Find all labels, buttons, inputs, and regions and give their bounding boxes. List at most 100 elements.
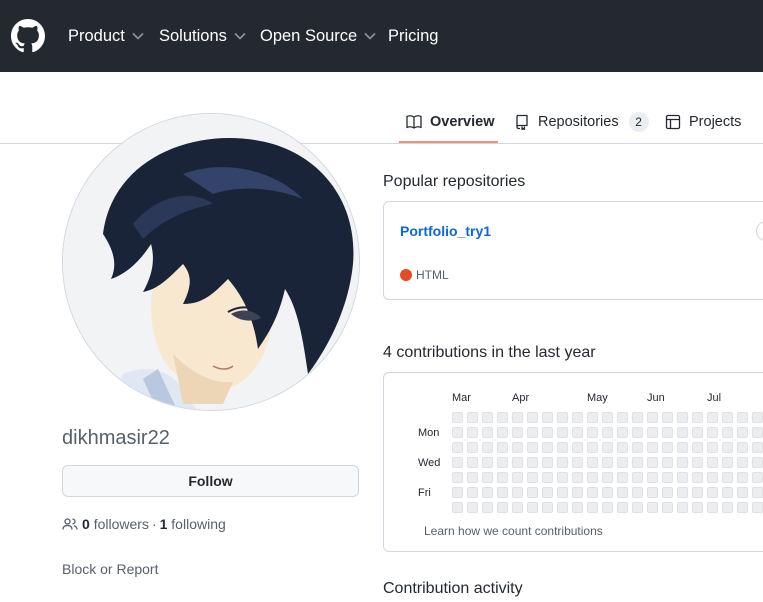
contribution-day[interactable]	[677, 457, 688, 468]
contribution-day[interactable]	[617, 412, 628, 423]
contribution-day[interactable]	[617, 457, 628, 468]
contribution-day[interactable]	[662, 427, 673, 438]
contribution-day[interactable]	[557, 427, 568, 438]
learn-contributions-link[interactable]: Learn how we count contributions	[424, 524, 603, 538]
contribution-day[interactable]	[677, 472, 688, 483]
contribution-day[interactable]	[572, 487, 583, 498]
contribution-day[interactable]	[647, 412, 658, 423]
contribution-day[interactable]	[617, 502, 628, 513]
contribution-day[interactable]	[527, 472, 538, 483]
contribution-day[interactable]	[467, 457, 478, 468]
contribution-day[interactable]	[617, 487, 628, 498]
contribution-day[interactable]	[467, 442, 478, 453]
contribution-day[interactable]	[482, 472, 493, 483]
contribution-day[interactable]	[587, 487, 598, 498]
contribution-day[interactable]	[692, 427, 703, 438]
nav-pricing[interactable]: Pricing	[388, 0, 438, 72]
contribution-day[interactable]	[632, 457, 643, 468]
contribution-day[interactable]	[602, 442, 613, 453]
contribution-day[interactable]	[542, 412, 553, 423]
contribution-day[interactable]	[602, 412, 613, 423]
contribution-day[interactable]	[752, 457, 763, 468]
contribution-day[interactable]	[557, 412, 568, 423]
nav-solutions[interactable]: Solutions	[159, 0, 246, 72]
contribution-day[interactable]	[647, 442, 658, 453]
contribution-day[interactable]	[632, 412, 643, 423]
contribution-day[interactable]	[752, 487, 763, 498]
contribution-day[interactable]	[587, 442, 598, 453]
contribution-day[interactable]	[617, 442, 628, 453]
contribution-day[interactable]	[752, 412, 763, 423]
contribution-day[interactable]	[632, 472, 643, 483]
contribution-day[interactable]	[677, 442, 688, 453]
contribution-day[interactable]	[572, 502, 583, 513]
contribution-day[interactable]	[722, 487, 733, 498]
contribution-day[interactable]	[662, 412, 673, 423]
contribution-day[interactable]	[737, 502, 748, 513]
contribution-day[interactable]	[737, 442, 748, 453]
contribution-day[interactable]	[482, 487, 493, 498]
contribution-day[interactable]	[602, 457, 613, 468]
contribution-day[interactable]	[602, 472, 613, 483]
contribution-day[interactable]	[452, 442, 463, 453]
contribution-day[interactable]	[527, 442, 538, 453]
contribution-day[interactable]	[662, 457, 673, 468]
contribution-day[interactable]	[617, 427, 628, 438]
contribution-day[interactable]	[647, 427, 658, 438]
contribution-day[interactable]	[722, 502, 733, 513]
contribution-day[interactable]	[707, 502, 718, 513]
contribution-day[interactable]	[677, 487, 688, 498]
contribution-day[interactable]	[512, 427, 523, 438]
contribution-day[interactable]	[707, 442, 718, 453]
contribution-day[interactable]	[632, 487, 643, 498]
contribution-day[interactable]	[587, 427, 598, 438]
following-link[interactable]: 1 following	[160, 516, 226, 532]
contribution-day[interactable]	[692, 502, 703, 513]
contribution-day[interactable]	[497, 457, 508, 468]
contribution-day[interactable]	[632, 427, 643, 438]
contribution-day[interactable]	[602, 502, 613, 513]
contribution-day[interactable]	[512, 457, 523, 468]
nav-product[interactable]: Product	[68, 0, 144, 72]
contribution-day[interactable]	[527, 457, 538, 468]
contribution-day[interactable]	[497, 427, 508, 438]
contribution-day[interactable]	[557, 442, 568, 453]
contribution-day[interactable]	[542, 457, 553, 468]
contribution-day[interactable]	[452, 457, 463, 468]
contribution-day[interactable]	[722, 457, 733, 468]
contribution-day[interactable]	[647, 472, 658, 483]
contribution-day[interactable]	[722, 427, 733, 438]
contribution-day[interactable]	[452, 472, 463, 483]
contribution-day[interactable]	[572, 427, 583, 438]
contribution-day[interactable]	[482, 427, 493, 438]
contribution-day[interactable]	[512, 487, 523, 498]
contribution-day[interactable]	[497, 472, 508, 483]
follow-button[interactable]: Follow	[62, 465, 359, 497]
contribution-day[interactable]	[587, 457, 598, 468]
contribution-day[interactable]	[542, 442, 553, 453]
contribution-day[interactable]	[752, 502, 763, 513]
contribution-day[interactable]	[707, 427, 718, 438]
contribution-day[interactable]	[647, 487, 658, 498]
contribution-day[interactable]	[737, 427, 748, 438]
contribution-day[interactable]	[482, 442, 493, 453]
contribution-day[interactable]	[482, 457, 493, 468]
contribution-day[interactable]	[467, 412, 478, 423]
contribution-day[interactable]	[512, 472, 523, 483]
contribution-day[interactable]	[452, 487, 463, 498]
contribution-day[interactable]	[752, 442, 763, 453]
contribution-day[interactable]	[617, 472, 628, 483]
contribution-day[interactable]	[707, 412, 718, 423]
contribution-day[interactable]	[677, 427, 688, 438]
contribution-day[interactable]	[587, 472, 598, 483]
contribution-day[interactable]	[737, 487, 748, 498]
contribution-day[interactable]	[707, 457, 718, 468]
contribution-day[interactable]	[692, 442, 703, 453]
contribution-day[interactable]	[632, 502, 643, 513]
contribution-day[interactable]	[692, 412, 703, 423]
contribution-day[interactable]	[662, 442, 673, 453]
contribution-day[interactable]	[647, 502, 658, 513]
block-or-report-link[interactable]: Block or Report	[62, 561, 158, 577]
contribution-day[interactable]	[722, 442, 733, 453]
repo-link-portfolio[interactable]: Portfolio_try1	[400, 223, 491, 239]
